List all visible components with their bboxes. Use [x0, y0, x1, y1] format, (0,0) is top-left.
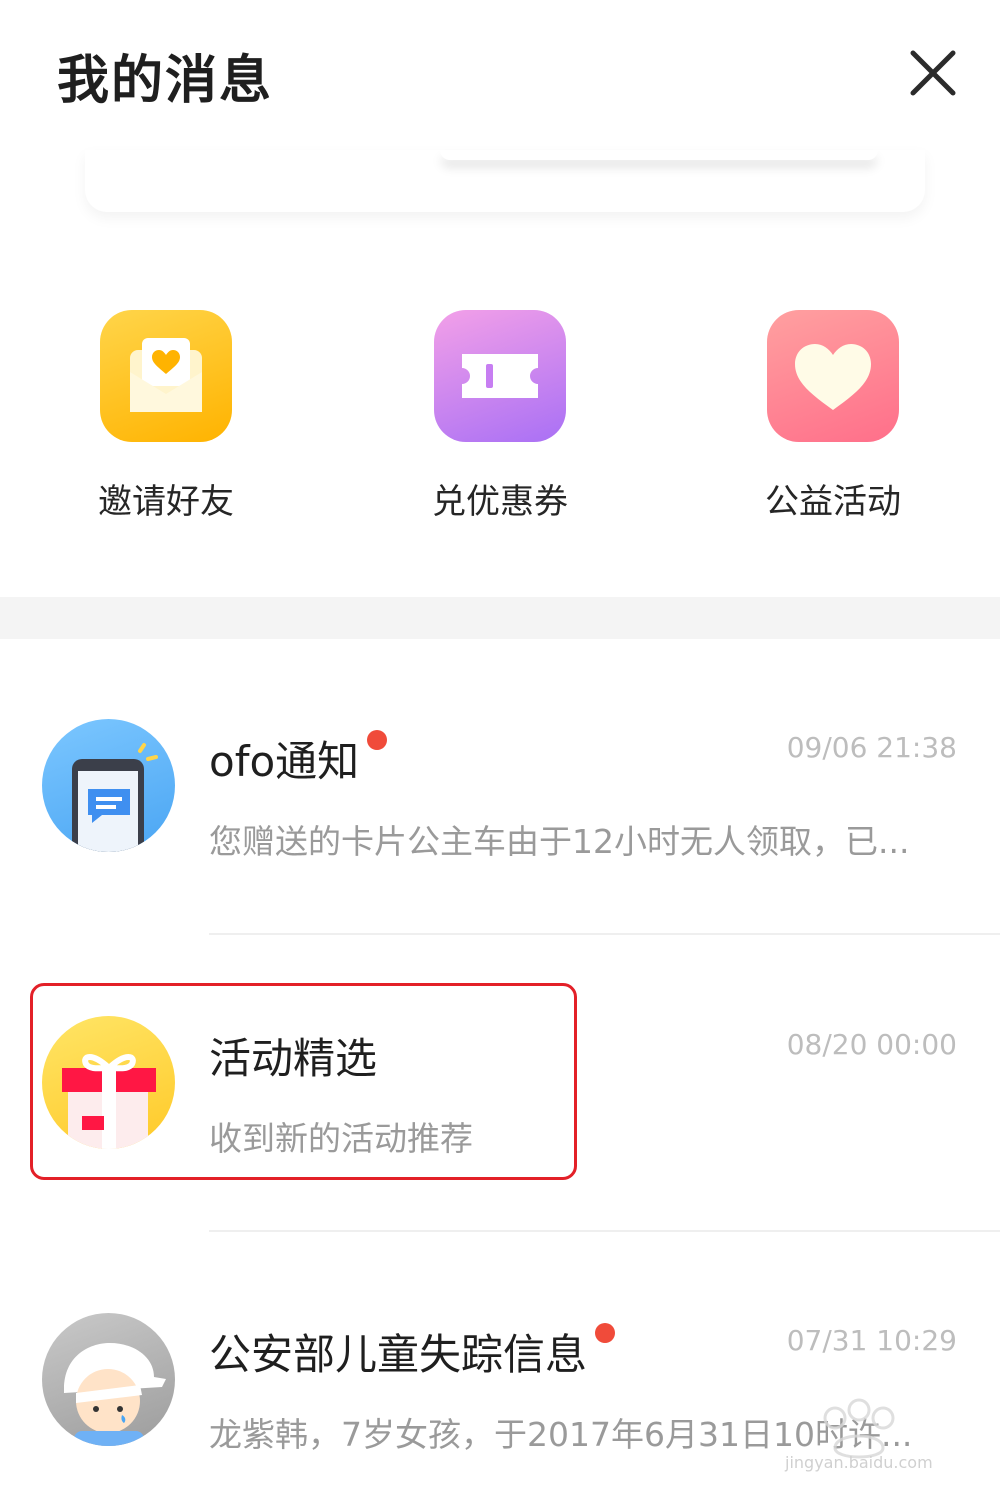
- ticket-icon: [434, 310, 566, 442]
- highlight-box: [30, 983, 577, 1180]
- message-time: 09/06 21:38: [786, 731, 957, 764]
- row-separator: [209, 933, 1000, 935]
- message-title: ofo通知: [209, 728, 388, 789]
- message-time: 08/20 00:00: [786, 1028, 957, 1061]
- invite-friends-button[interactable]: 邀请好友: [46, 310, 286, 523]
- message-preview: 您赠送的卡片公主车由于12小时无人领取，已...: [209, 822, 910, 861]
- invite-friends-label: 邀请好友: [98, 482, 234, 522]
- watermark-logo: jingyan.baidu.com: [784, 1398, 933, 1472]
- unread-dot: [595, 1323, 616, 1343]
- message-title-text: ofo通知: [209, 737, 360, 786]
- close-icon: [910, 50, 956, 96]
- crying-child-icon: [42, 1313, 175, 1446]
- message-title: 公安部儿童失踪信息: [209, 1321, 616, 1382]
- charity-activity-button[interactable]: 公益活动: [713, 310, 953, 523]
- heart-icon: [767, 310, 899, 442]
- section-divider: [0, 597, 1000, 639]
- phone-message-icon: [42, 719, 175, 852]
- redeem-coupon-label: 兑优惠券: [432, 482, 568, 522]
- unread-dot: [367, 730, 388, 750]
- message-title-text: 公安部儿童失踪信息: [209, 1330, 588, 1379]
- page-title: 我的消息: [57, 51, 274, 111]
- message-time: 07/31 10:29: [786, 1324, 957, 1357]
- svg-text:jingyan.baidu.com: jingyan.baidu.com: [784, 1453, 933, 1472]
- row-separator: [209, 1230, 1000, 1232]
- header: 我的消息: [0, 0, 1000, 150]
- card-inner-edge: [440, 150, 878, 160]
- charity-activity-label: 公益活动: [765, 482, 901, 522]
- message-item-ofo[interactable]: ofo通知 09/06 21:38 您赠送的卡片公主车由于12小时无人领取，已.…: [0, 640, 1000, 935]
- envelope-heart-icon: [100, 310, 232, 442]
- redeem-coupon-button[interactable]: 兑优惠券: [380, 310, 620, 523]
- close-button[interactable]: [905, 45, 961, 101]
